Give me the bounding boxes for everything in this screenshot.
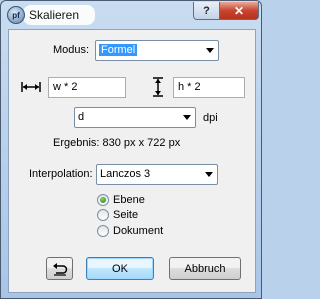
vertical-resize-icon [152,76,164,98]
radio-seite[interactable]: Seite [97,207,138,223]
unit-suffix: dpi [203,112,218,124]
horizontal-resize-icon [21,81,41,93]
app-icon: pf [7,6,25,24]
title-bar[interactable]: Skalieren pf ? ✕ [1,1,261,29]
radio-dokument[interactable]: Dokument [97,223,163,239]
radio-label: Seite [113,209,139,221]
modus-select[interactable]: Formel [95,40,219,61]
dialog-window: Skalieren pf ? ✕ Modus: Formel w * 2 h *… [0,0,262,299]
close-button[interactable]: ✕ [219,2,259,20]
ok-button[interactable]: OK [86,257,154,280]
width-input[interactable]: w * 2 [48,77,126,98]
window-title: Skalieren [23,5,96,25]
radio-button[interactable] [97,209,109,221]
dialog-body: Modus: Formel w * 2 h * 2 d dpi Ergebnis… [8,29,256,293]
radio-ebene[interactable]: Ebene [97,192,145,208]
interpolation-label: Interpolation: [29,168,93,180]
radio-button[interactable] [97,225,109,237]
chevron-down-icon [205,172,213,177]
modus-value: Formel [99,44,138,56]
result-text: Ergebnis: 830 px x 722 px [53,137,181,149]
modus-label: Modus: [53,44,90,56]
cancel-button[interactable]: Abbruch [169,257,241,280]
unit-select[interactable]: d [74,107,196,128]
chevron-down-icon [183,115,191,120]
unit-value: d [78,111,85,123]
radio-button[interactable] [97,194,109,206]
interpolation-select[interactable]: Lanczos 3 [96,164,218,185]
interpolation-value: Lanczos 3 [100,168,151,180]
height-input[interactable]: h * 2 [173,77,245,98]
radio-label: Dokument [113,225,164,237]
chevron-down-icon [206,48,214,53]
help-button[interactable]: ? [193,2,220,20]
reset-button[interactable] [46,257,73,280]
undo-icon [52,262,67,276]
radio-label: Ebene [113,194,145,206]
